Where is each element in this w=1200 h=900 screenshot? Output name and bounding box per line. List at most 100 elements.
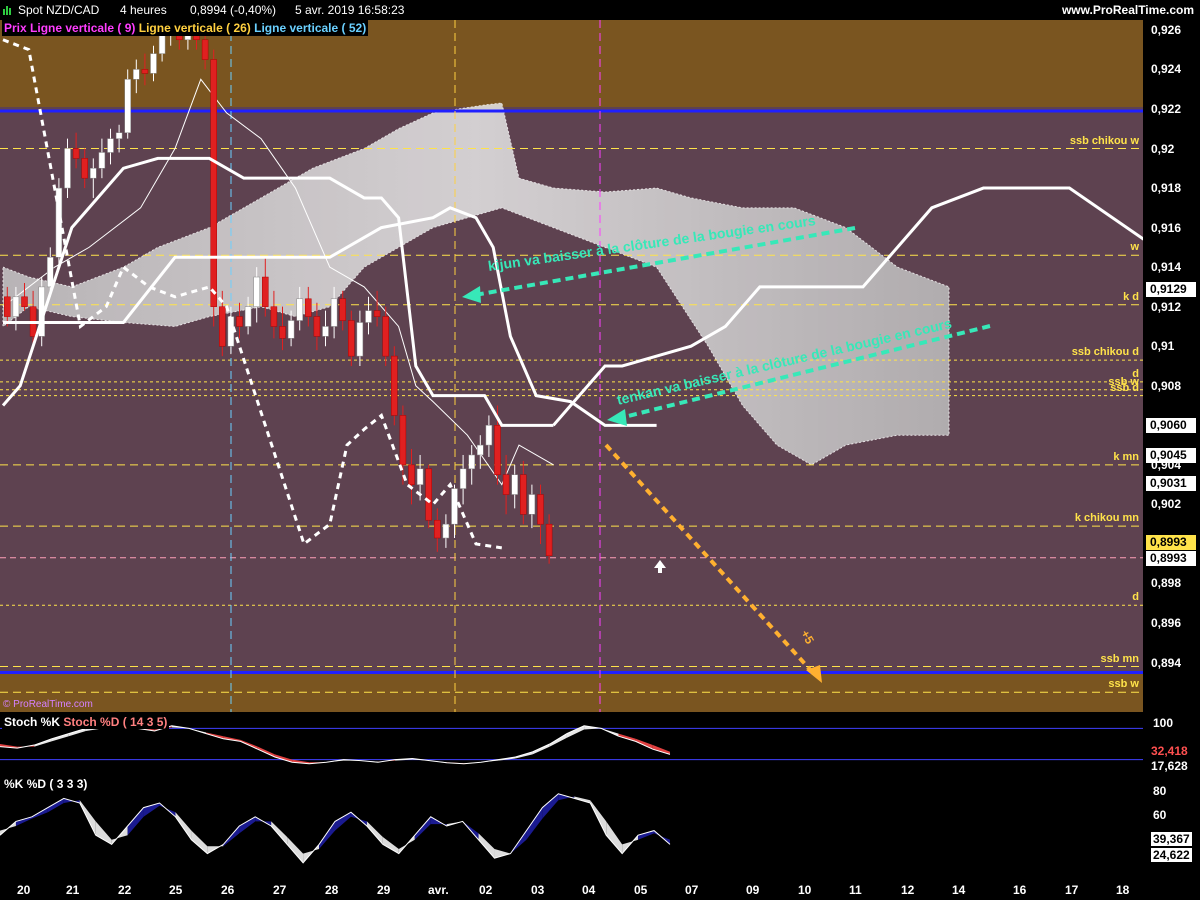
stoch-fill <box>47 798 64 813</box>
stoch-fill <box>95 821 112 845</box>
stoch-fill <box>287 837 304 863</box>
price-tick: 0,92 <box>1151 141 1175 156</box>
candle-body <box>459 468 467 489</box>
stoch-fast-svg <box>0 723 1143 765</box>
stoch-slow-params: %D ( 3 3 3) <box>26 777 88 791</box>
stoch-slow-tick: 39,367 <box>1151 832 1192 846</box>
candle-body <box>494 425 501 475</box>
price-axis[interactable]: 0,926 0,924 0,922 0,92 0,918 0,916 0,914 0,912 0… <box>1143 20 1200 712</box>
stoch-fill <box>566 725 585 738</box>
price-tick: 0,918 <box>1151 181 1182 196</box>
time-tick: 26 <box>221 883 235 897</box>
candle-body <box>468 454 475 470</box>
candle-body <box>305 298 312 317</box>
price-box: 0,9060 <box>1146 418 1196 434</box>
time-tick: 03 <box>531 883 545 897</box>
candle-body <box>434 519 441 539</box>
stoch-slow-panel[interactable]: %K %D ( 3 3 3) <box>0 776 1143 876</box>
time-tick: 22 <box>118 883 132 897</box>
time-tick: 09 <box>746 883 760 897</box>
stoch-fill <box>542 793 559 819</box>
price-tick: 0,896 <box>1151 616 1182 631</box>
level-label: k mn <box>1113 450 1139 463</box>
level-label: ssb d <box>1110 381 1139 394</box>
level-label: ssb chikou d <box>1071 346 1139 359</box>
stoch-fill <box>478 833 495 859</box>
stoch-fast-panel[interactable]: Stoch %K Stoch %D ( 14 3 5) <box>0 714 1143 774</box>
time-tick: 21 <box>66 883 80 897</box>
candle-body <box>219 306 226 347</box>
instrument-name: Spot NZD/CAD <box>18 3 100 17</box>
time-axis[interactable]: 20 21 22 25 26 27 28 29 avr. 02 03 04 05 07 09 10 11 12 14… <box>0 878 1200 900</box>
time-tick: 28 <box>325 883 339 897</box>
stoch-fast-legend: Stoch %K Stoch %D ( 14 3 5) <box>2 715 170 729</box>
stoch-slow-title: %K <box>4 777 24 791</box>
legend-vl26: Ligne verticale ( 26) <box>138 21 251 35</box>
level-label: w <box>1130 241 1139 254</box>
level-label: k chikou mn <box>1074 512 1139 525</box>
candle-body <box>236 316 243 327</box>
level-label: ssb chikou w <box>1069 134 1139 147</box>
stoch-fast-tick: 32,418 <box>1151 744 1188 758</box>
candle-body <box>296 298 303 321</box>
level-label: ssb mn <box>1100 652 1139 665</box>
price-chart[interactable]: ssb chikou w w k d ssb chikou d d ssb w ssb d k… <box>0 20 1143 712</box>
candle-body <box>356 322 364 357</box>
time-tick: 07 <box>685 883 699 897</box>
candle-body <box>416 468 424 485</box>
time-tick: 17 <box>1065 883 1079 897</box>
stoch-fast-title: Stoch %K <box>4 715 61 729</box>
candle-body <box>253 276 260 307</box>
candle-body <box>12 296 20 317</box>
watermark: © ProRealTime.com <box>3 699 93 710</box>
instrument-icon <box>3 4 13 15</box>
stoch-slow-tick: 24,622 <box>1151 848 1192 862</box>
price-box: 0,8993 <box>1146 534 1196 550</box>
candle-body <box>64 148 71 189</box>
time-tick: 04 <box>582 883 596 897</box>
candle-body <box>201 39 209 60</box>
price-tick: 0,924 <box>1151 62 1182 77</box>
price-tick: 0,894 <box>1151 655 1182 670</box>
stoch-fast-tick: 17,628 <box>1151 759 1188 773</box>
candle-body <box>339 298 346 321</box>
level-label: d <box>1132 591 1139 604</box>
candle-body <box>322 326 329 337</box>
candle-body <box>124 79 131 133</box>
candle-body <box>382 316 389 357</box>
candle-body <box>150 53 157 74</box>
time-tick: 05 <box>634 883 648 897</box>
stoch-k-line <box>0 723 671 765</box>
time-tick: 27 <box>273 883 287 897</box>
price-tick: 0,898 <box>1151 576 1182 591</box>
level-label: k d <box>1123 290 1139 303</box>
time-tick: 12 <box>901 883 915 897</box>
candle-body <box>141 69 149 74</box>
candle-body <box>528 494 536 515</box>
legend-vl52: Ligne verticale ( 52) <box>254 21 367 35</box>
stoch-slow-tick: 60 <box>1153 808 1167 822</box>
candle-body <box>545 523 553 557</box>
candle-body <box>537 494 544 525</box>
price-tick: 0,908 <box>1151 378 1182 393</box>
stoch-fill <box>335 812 351 831</box>
stoch-fast-tick: 100 <box>1153 716 1174 730</box>
price-tick: 0,922 <box>1151 101 1182 116</box>
site-link[interactable]: www.ProRealTime.com <box>1062 3 1194 17</box>
candle-body <box>442 523 450 539</box>
candle-body <box>98 152 106 169</box>
candle-body <box>520 474 527 515</box>
chart-header: Spot NZD/CAD 4 heures 0,8994 (-0,40%) 5 … <box>0 0 1200 20</box>
time-tick: 29 <box>377 883 391 897</box>
candle-body <box>287 320 295 339</box>
level-label: ssb w <box>1108 678 1139 691</box>
candle-body <box>4 296 11 317</box>
annotation-arrowhead-tenkan <box>607 409 627 426</box>
projection-arrow <box>604 443 817 677</box>
candle-body <box>72 148 80 159</box>
candle-body <box>373 310 381 317</box>
time-tick: 18 <box>1116 883 1130 897</box>
candle-body <box>262 276 269 307</box>
candle-body <box>348 320 355 357</box>
time-tick: 10 <box>798 883 812 897</box>
